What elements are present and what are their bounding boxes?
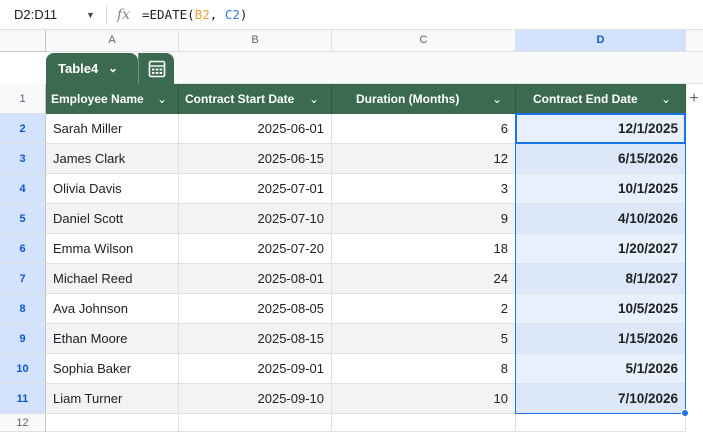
start-date-cell[interactable]: 2025-08-01 — [179, 264, 332, 294]
name-box[interactable]: D2:D11 ▼ — [6, 6, 98, 24]
fill-handle[interactable] — [681, 409, 689, 417]
duration-cell[interactable]: 9 — [332, 204, 516, 234]
chevron-down-icon[interactable]: ⌄ — [309, 84, 319, 114]
chevron-down-icon[interactable]: ⌄ — [157, 84, 167, 114]
empty-cell[interactable] — [46, 414, 179, 432]
select-all-corner[interactable] — [0, 30, 46, 52]
duration-cell[interactable]: 3 — [332, 174, 516, 204]
row-header-2[interactable]: 2 — [0, 114, 46, 144]
header-label: Duration (Months) — [356, 92, 460, 106]
chevron-down-icon[interactable]: ⌄ — [661, 84, 671, 114]
header-label: Employee Name — [51, 92, 144, 106]
row-header-10[interactable]: 10 — [0, 354, 46, 384]
row-header-11[interactable]: 11 — [0, 384, 46, 414]
header-label: Contract End Date — [533, 92, 638, 106]
employee-name-cell[interactable]: Liam Turner — [46, 384, 179, 414]
end-date-cell[interactable]: 10/5/2025 — [516, 294, 686, 324]
formula-prefix: =EDATE( — [142, 7, 195, 22]
start-date-cell[interactable]: 2025-07-10 — [179, 204, 332, 234]
start-date-cell[interactable]: 2025-09-01 — [179, 354, 332, 384]
row-header-3[interactable]: 3 — [0, 144, 46, 174]
plus-icon[interactable]: + — [687, 91, 701, 107]
table-name-tab[interactable]: Table4 ⌄ — [46, 53, 138, 84]
duration-cell[interactable]: 18 — [332, 234, 516, 264]
column-header-a[interactable]: A — [46, 30, 179, 52]
column-header-c[interactable]: C — [332, 30, 516, 52]
table-header-contract-start-date[interactable]: Contract Start Date ⌄ — [179, 84, 332, 114]
end-date-cell[interactable]: 4/10/2026 — [516, 204, 686, 234]
empty-cell[interactable] — [516, 414, 686, 432]
formula-suffix: ) — [239, 7, 248, 22]
column-header-e[interactable] — [686, 30, 703, 52]
table-grid-icon[interactable] — [138, 53, 174, 84]
chevron-down-icon[interactable]: ⌄ — [108, 53, 118, 84]
row-header-1[interactable]: 1 — [0, 84, 46, 114]
empty-cell[interactable] — [179, 414, 332, 432]
name-box-value: D2:D11 — [14, 7, 58, 22]
formula-separator: , — [209, 7, 225, 22]
fx-icon: fx — [117, 7, 131, 23]
start-date-cell[interactable]: 2025-06-15 — [179, 144, 332, 174]
end-date-cell[interactable]: 6/15/2026 — [516, 144, 686, 174]
end-date-cell[interactable]: 1/20/2027 — [516, 234, 686, 264]
end-date-cell[interactable]: 10/1/2025 — [516, 174, 686, 204]
table-header-employee-name[interactable]: Employee Name ⌄ — [46, 84, 179, 114]
end-date-cell[interactable]: 5/1/2026 — [516, 354, 686, 384]
table-header-contract-end-date[interactable]: Contract End Date ⌄ — [516, 84, 686, 114]
formula-input[interactable]: =EDATE(B2, C2) — [142, 6, 247, 24]
row-header-5[interactable]: 5 — [0, 204, 46, 234]
end-date-cell[interactable]: 8/1/2027 — [516, 264, 686, 294]
employee-name-cell[interactable]: Daniel Scott — [46, 204, 179, 234]
row-header-12[interactable]: 12 — [0, 414, 46, 432]
duration-cell[interactable]: 24 — [332, 264, 516, 294]
row-header-7[interactable]: 7 — [0, 264, 46, 294]
end-date-cell[interactable]: 7/10/2026 — [516, 384, 686, 414]
start-date-cell[interactable]: 2025-07-01 — [179, 174, 332, 204]
duration-cell[interactable]: 2 — [332, 294, 516, 324]
start-date-cell[interactable]: 2025-08-15 — [179, 324, 332, 354]
start-date-cell[interactable]: 2025-08-05 — [179, 294, 332, 324]
row-header-6[interactable]: 6 — [0, 234, 46, 264]
row-header-8[interactable]: 8 — [0, 294, 46, 324]
employee-name-cell[interactable]: Emma Wilson — [46, 234, 179, 264]
start-date-cell[interactable]: 2025-09-10 — [179, 384, 332, 414]
start-date-cell[interactable]: 2025-07-20 — [179, 234, 332, 264]
duration-cell[interactable]: 8 — [332, 354, 516, 384]
end-date-cell[interactable]: 12/1/2025 — [516, 114, 686, 144]
duration-cell[interactable]: 12 — [332, 144, 516, 174]
chevron-down-icon[interactable]: ⌄ — [492, 84, 502, 114]
employee-name-cell[interactable]: James Clark — [46, 144, 179, 174]
employee-name-cell[interactable]: Sophia Baker — [46, 354, 179, 384]
employee-name-cell[interactable]: Olivia Davis — [46, 174, 179, 204]
column-header-b[interactable]: B — [179, 30, 332, 52]
formula-bar-divider — [106, 6, 107, 24]
employee-name-cell[interactable]: Sarah Miller — [46, 114, 179, 144]
employee-name-cell[interactable]: Ava Johnson — [46, 294, 179, 324]
table-name: Table4 — [58, 61, 99, 76]
table-header-duration[interactable]: Duration (Months) ⌄ — [332, 84, 516, 114]
start-date-cell[interactable]: 2025-06-01 — [179, 114, 332, 144]
row-header-4[interactable]: 4 — [0, 174, 46, 204]
row-header-9[interactable]: 9 — [0, 324, 46, 354]
column-header-d[interactable]: D — [516, 30, 686, 52]
duration-cell[interactable]: 10 — [332, 384, 516, 414]
formula-ref-duration: C2 — [224, 7, 240, 22]
end-date-cell[interactable]: 1/15/2026 — [516, 324, 686, 354]
employee-name-cell[interactable]: Ethan Moore — [46, 324, 179, 354]
empty-cell[interactable] — [332, 414, 516, 432]
duration-cell[interactable]: 6 — [332, 114, 516, 144]
caret-down-icon[interactable]: ▼ — [86, 6, 95, 24]
employee-name-cell[interactable]: Michael Reed — [46, 264, 179, 294]
header-label: Contract Start Date — [185, 92, 295, 106]
duration-cell[interactable]: 5 — [332, 324, 516, 354]
formula-ref-start-date: B2 — [194, 7, 210, 22]
